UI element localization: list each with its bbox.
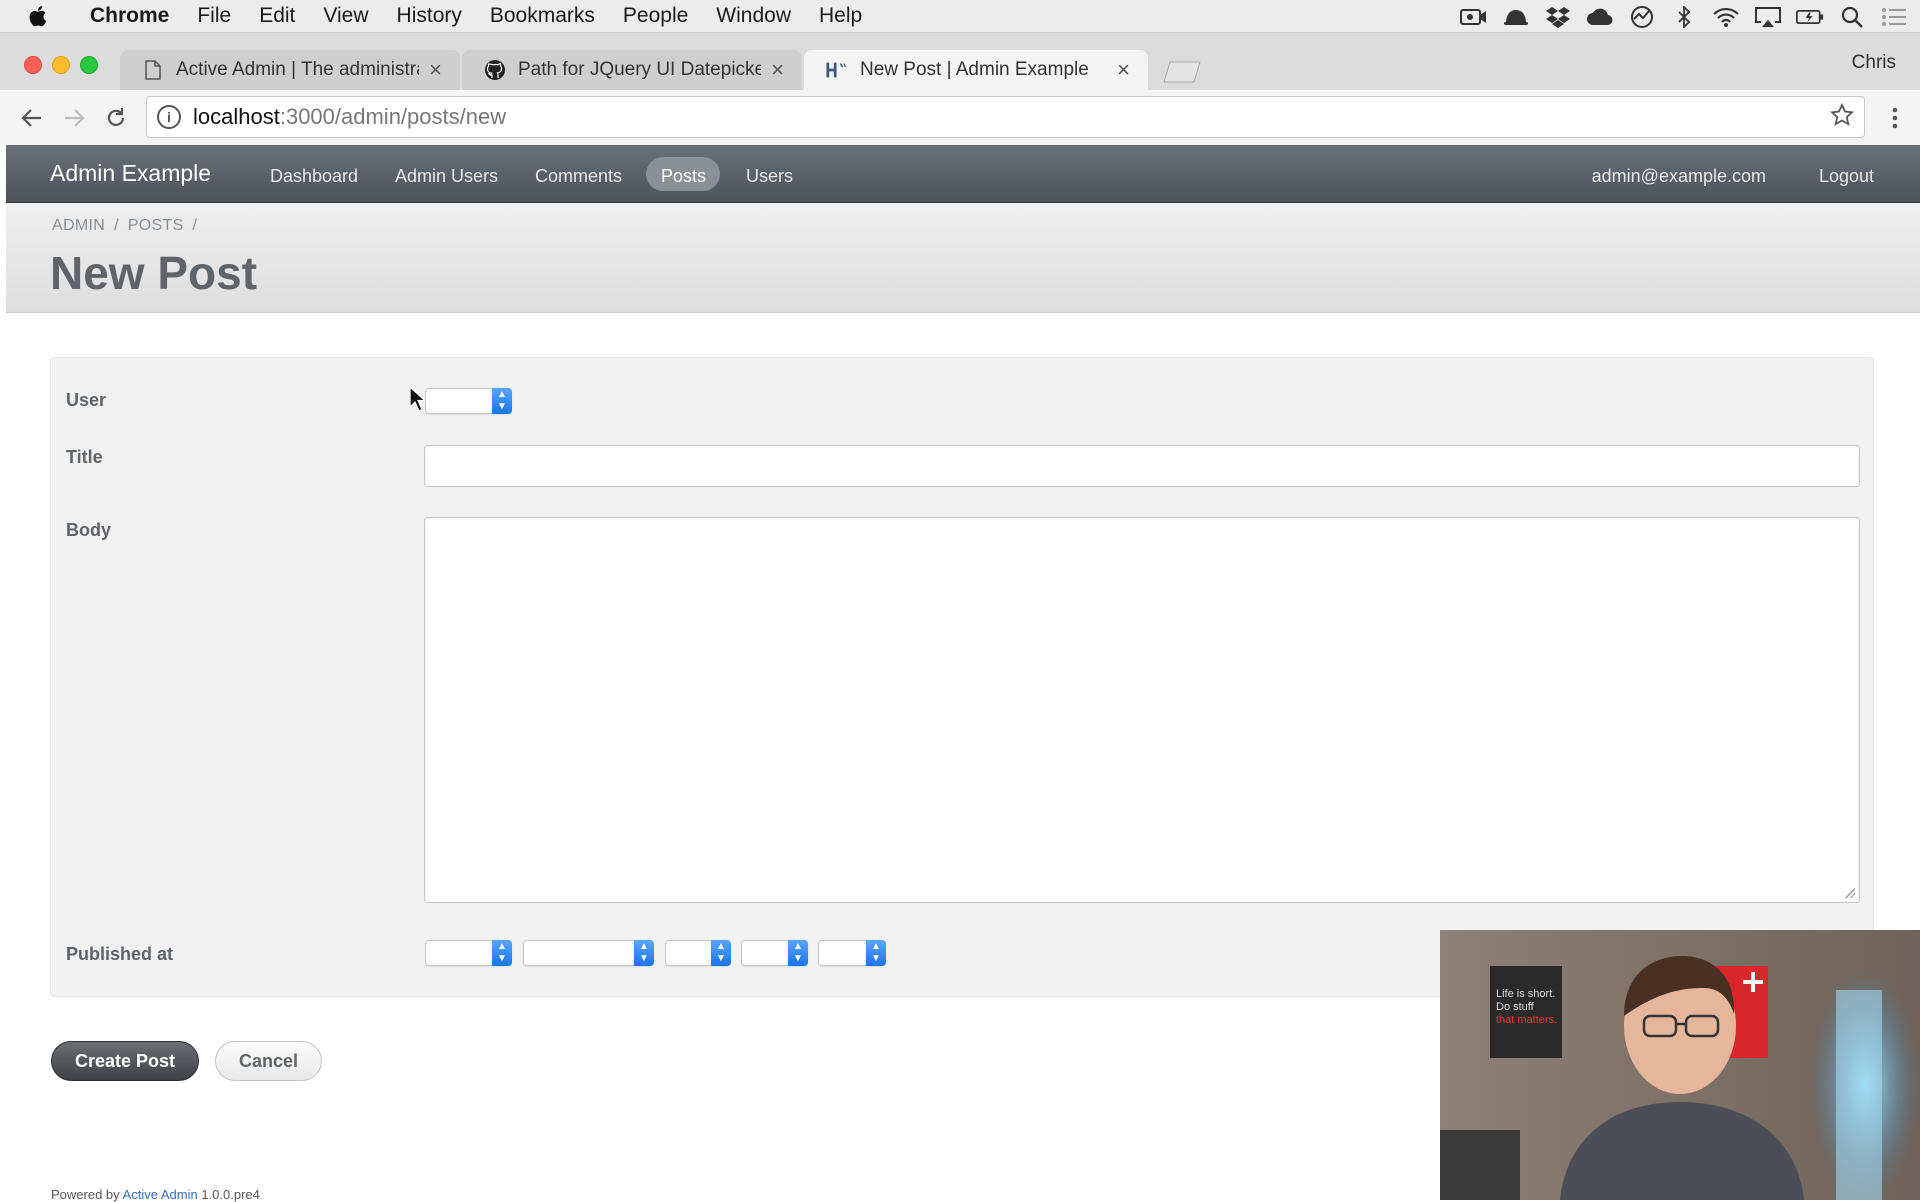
published-at-label: Published at: [66, 944, 174, 964]
document-icon: [142, 59, 164, 81]
close-tab-icon[interactable]: ×: [771, 57, 784, 83]
site-title[interactable]: Admin Example: [50, 160, 211, 187]
macos-menu-bar: Chrome File Edit View History Bookmarks …: [0, 0, 1920, 33]
user-label: User: [66, 390, 107, 410]
battery-icon[interactable]: [1796, 6, 1824, 28]
tab-title: New Post | Admin Example: [860, 59, 1089, 80]
activity-monitor-icon[interactable]: [1628, 5, 1656, 28]
create-post-button[interactable]: Create Post: [51, 1041, 199, 1081]
breadcrumb-admin[interactable]: ADMIN: [52, 217, 105, 234]
user-select[interactable]: ▲ ▼: [425, 388, 512, 414]
video-camera-icon[interactable]: [1460, 6, 1488, 28]
published-day-select[interactable]: ▲ ▼: [665, 940, 731, 966]
chrome-menu-icon[interactable]: [1880, 100, 1910, 136]
title-bar: [6, 203, 1920, 313]
title-input[interactable]: [424, 445, 1860, 487]
menu-people[interactable]: People: [623, 4, 688, 28]
title-label: Title: [66, 447, 103, 467]
apple-menu-icon[interactable]: [28, 3, 62, 29]
current-user-link[interactable]: admin@example.com: [1592, 166, 1766, 187]
profile-name[interactable]: Chris: [1852, 52, 1896, 74]
mouse-cursor-icon: [409, 386, 425, 412]
breadcrumb-posts[interactable]: POSTS: [128, 217, 184, 234]
body-textarea[interactable]: [424, 517, 1860, 903]
nav-dashboard[interactable]: Dashboard: [270, 166, 358, 187]
tab-active-admin[interactable]: Active Admin | The administrat ×: [120, 50, 460, 90]
menu-app-chrome[interactable]: Chrome: [90, 4, 169, 28]
poster-text: Life is short. Do stuff that matters.: [1496, 988, 1557, 1027]
url-host: localhost: [193, 104, 280, 129]
dropbox-icon[interactable]: [1544, 6, 1572, 28]
url-path: :3000/admin/posts/new: [279, 104, 507, 129]
close-tab-icon[interactable]: ×: [1117, 57, 1130, 83]
hat-icon[interactable]: [1502, 6, 1530, 28]
webcam-video: [1440, 930, 1920, 1200]
tab-jquery-datepicker[interactable]: Path for JQuery UI Datepicker ×: [462, 50, 802, 90]
close-window-button[interactable]: [24, 56, 42, 74]
tab-new-post[interactable]: New Post | Admin Example ×: [804, 50, 1148, 90]
site-info-icon[interactable]: i: [157, 105, 181, 129]
body-label: Body: [66, 520, 111, 540]
resize-grip-icon[interactable]: [1845, 888, 1855, 898]
forward-button[interactable]: [56, 100, 92, 136]
published-hour-select[interactable]: ▲ ▼: [741, 940, 808, 966]
nav-admin-users[interactable]: Admin Users: [395, 166, 498, 187]
menu-window[interactable]: Window: [716, 4, 791, 28]
logout-link[interactable]: Logout: [1819, 166, 1874, 187]
airplay-icon[interactable]: [1754, 6, 1782, 28]
close-tab-icon[interactable]: ×: [429, 57, 442, 83]
menu-history[interactable]: History: [397, 4, 462, 28]
select-arrows-icon: ▲ ▼: [866, 940, 886, 966]
address-bar[interactable]: i localhost:3000/admin/posts/new: [146, 96, 1865, 138]
webcam-overlay: Life is short. Do stuff that matters.: [1440, 930, 1920, 1200]
github-icon: [484, 59, 506, 81]
zoom-window-button[interactable]: [80, 56, 98, 74]
breadcrumb-separator: /: [114, 217, 119, 234]
reload-button[interactable]: [98, 100, 134, 136]
wifi-icon[interactable]: [1712, 6, 1740, 28]
select-arrows-icon: ▲ ▼: [788, 940, 808, 966]
nav-users[interactable]: Users: [746, 166, 793, 187]
bookmark-star-icon[interactable]: [1830, 103, 1854, 127]
select-arrows-icon: ▲ ▼: [711, 940, 731, 966]
page-title: New Post: [50, 247, 258, 299]
menu-file[interactable]: File: [197, 4, 231, 28]
menu-help[interactable]: Help: [819, 4, 862, 28]
back-button[interactable]: [14, 100, 50, 136]
published-month-select[interactable]: ▲ ▼: [523, 940, 654, 966]
menu-edit[interactable]: Edit: [259, 4, 295, 28]
cancel-button[interactable]: Cancel: [215, 1041, 322, 1081]
published-year-select[interactable]: ▲ ▼: [425, 940, 512, 966]
select-arrows-icon: ▲ ▼: [492, 388, 512, 414]
heroku-icon: [826, 59, 848, 81]
select-arrows-icon: ▲ ▼: [634, 940, 654, 966]
published-minute-select[interactable]: ▲ ▼: [818, 940, 886, 966]
new-tab-button[interactable]: [1160, 60, 1204, 84]
poster-line-3: that matters.: [1496, 1014, 1558, 1026]
bluetooth-icon[interactable]: [1670, 5, 1698, 28]
menu-view[interactable]: View: [323, 4, 368, 28]
breadcrumb: ADMIN / POSTS /: [52, 217, 206, 235]
poster-line-2: Do stuff: [1496, 1001, 1534, 1013]
tab-title: Path for JQuery UI Datepicker: [518, 59, 762, 80]
status-tray: [1460, 0, 1908, 33]
notification-center-icon[interactable]: [1880, 6, 1908, 28]
menu-bookmarks[interactable]: Bookmarks: [490, 4, 595, 28]
tab-title: Active Admin | The administrat: [176, 59, 420, 80]
breadcrumb-separator: /: [192, 217, 198, 234]
spotlight-search-icon[interactable]: [1838, 6, 1866, 28]
nav-comments[interactable]: Comments: [535, 166, 622, 187]
minimize-window-button[interactable]: [52, 56, 70, 74]
nav-posts[interactable]: Posts: [661, 166, 706, 187]
poster-line-1: Life is short.: [1496, 988, 1556, 1000]
select-arrows-icon: ▲ ▼: [492, 940, 512, 966]
cloud-icon[interactable]: [1586, 6, 1614, 28]
